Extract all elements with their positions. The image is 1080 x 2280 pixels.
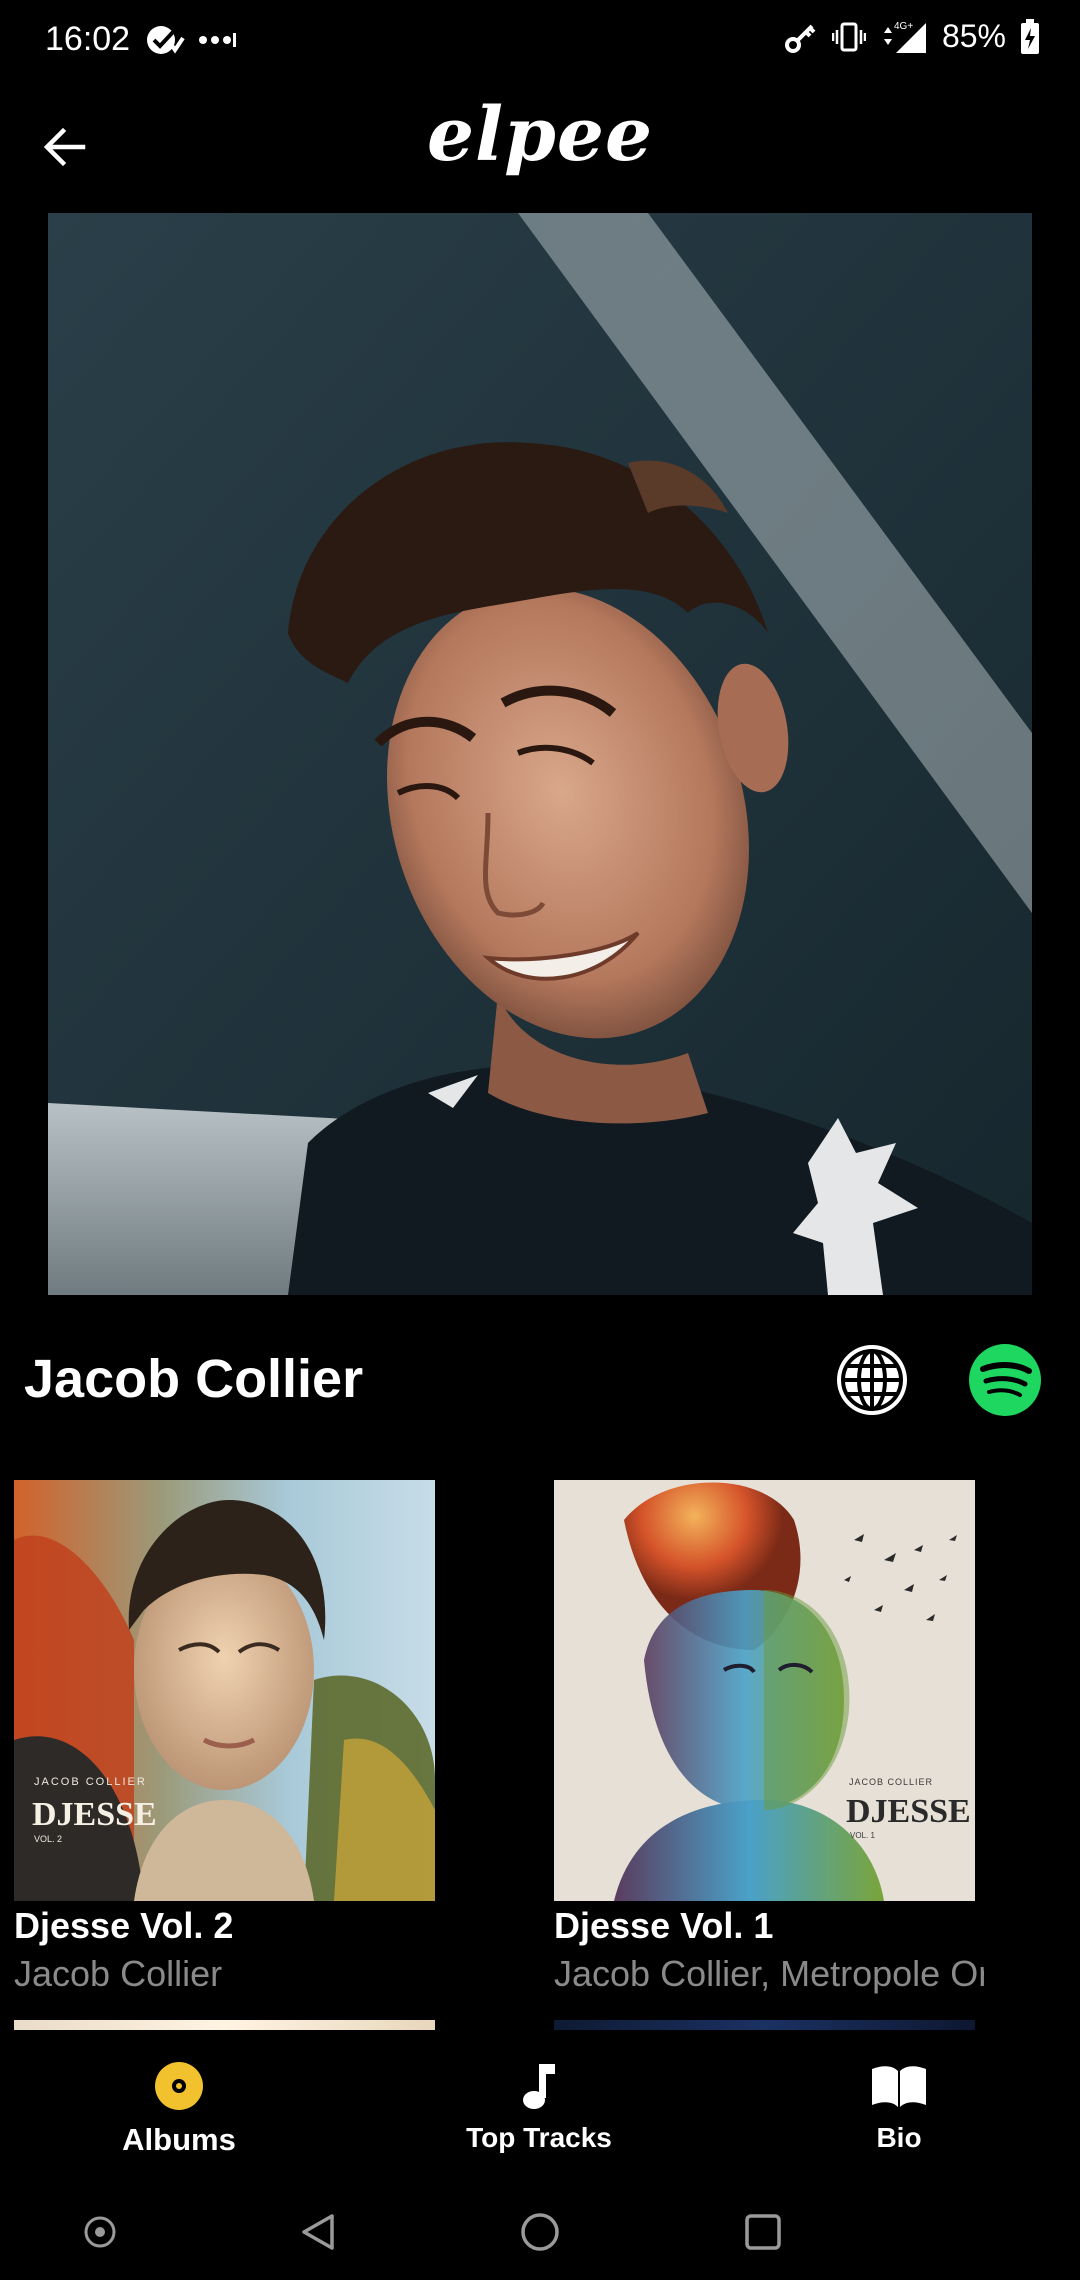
album-card[interactable]: JACOB COLLIER DJESSE VOL. 2 Djesse Vol. … [14, 1480, 474, 1995]
cover-title-text: DJESSE [846, 1793, 971, 1830]
book-icon [872, 2066, 926, 2107]
svg-text:4G+: 4G+ [894, 21, 913, 32]
square-recents-icon [745, 2214, 781, 2250]
tab-label: Albums [122, 2122, 236, 2157]
cover-title-text: DJESSE [32, 1796, 157, 1833]
tab-top-tracks[interactable]: Top Tracks [389, 2056, 689, 2154]
artist-header: Jacob Collier [0, 1330, 1080, 1430]
cover-artist-text: JACOB COLLIER [34, 1776, 147, 1788]
website-button[interactable] [832, 1340, 912, 1420]
album-card-partial[interactable] [14, 2020, 435, 2030]
vpn-key-icon [784, 24, 816, 53]
triangle-back-icon [302, 2214, 334, 2250]
music-note-icon [523, 2064, 555, 2109]
tab-label: Top Tracks [466, 2122, 612, 2153]
app-logo: elpee [426, 92, 654, 178]
cover-artist-text: JACOB COLLIER [849, 1777, 933, 1787]
album-title: Djesse Vol. 2 [14, 1905, 234, 1946]
album-cover: JACOB COLLIER DJESSE VOL. 1 [554, 1480, 975, 1901]
spotify-icon [969, 1344, 1041, 1416]
album-icon [155, 2062, 203, 2110]
status-time: 16:02 [45, 20, 131, 58]
globe-icon [837, 1345, 907, 1415]
cover-volume-text: VOL. 1 [850, 1831, 875, 1840]
battery-charging-icon [1021, 18, 1039, 54]
cover-volume-text: VOL. 2 [34, 1834, 62, 1844]
signal-icon: 4G+ [883, 21, 926, 53]
album-cover: JACOB COLLIER DJESSE VOL. 2 [14, 1480, 435, 1901]
system-navigation-bar [0, 2182, 1080, 2280]
status-bar: 16:02 4G+ 85% [0, 0, 1080, 80]
album-title: Djesse Vol. 1 [554, 1905, 774, 1946]
album-card[interactable]: JACOB COLLIER DJESSE VOL. 1 Djesse Vol. … [554, 1480, 1014, 1995]
status-right: 4G+ 85% [784, 18, 1040, 55]
battery-percent: 85% [941, 18, 1006, 54]
album-card-partial[interactable] [554, 2020, 975, 2030]
app-bar: elpee [0, 80, 1080, 210]
assistant-icon [84, 2216, 116, 2248]
album-artist: Jacob Collier, Metropole Orkest [554, 1953, 984, 1994]
assistant-button[interactable] [72, 2204, 128, 2260]
system-back-button[interactable] [290, 2204, 346, 2260]
spotify-button[interactable] [965, 1340, 1045, 1420]
tab-bio[interactable]: Bio [749, 2056, 1049, 2154]
album-artist: Jacob Collier [14, 1953, 223, 1994]
tab-albums[interactable]: Albums [29, 2056, 329, 2158]
status-notification-icons [145, 22, 237, 58]
vibrate-icon [831, 22, 866, 51]
artist-photo [48, 213, 1032, 1295]
notification-app-icon [147, 26, 185, 54]
artist-name: Jacob Collier [24, 1349, 364, 1409]
bottom-navigation: Albums Top Tracks Bio [0, 2032, 1080, 2182]
more-dots-icon [199, 33, 236, 47]
tab-label: Bio [876, 2122, 922, 2153]
system-recents-button[interactable] [735, 2204, 791, 2260]
circle-home-icon [521, 2213, 559, 2251]
system-home-button[interactable] [512, 2204, 568, 2260]
album-grid: JACOB COLLIER DJESSE VOL. 2 Djesse Vol. … [0, 1480, 1080, 2030]
